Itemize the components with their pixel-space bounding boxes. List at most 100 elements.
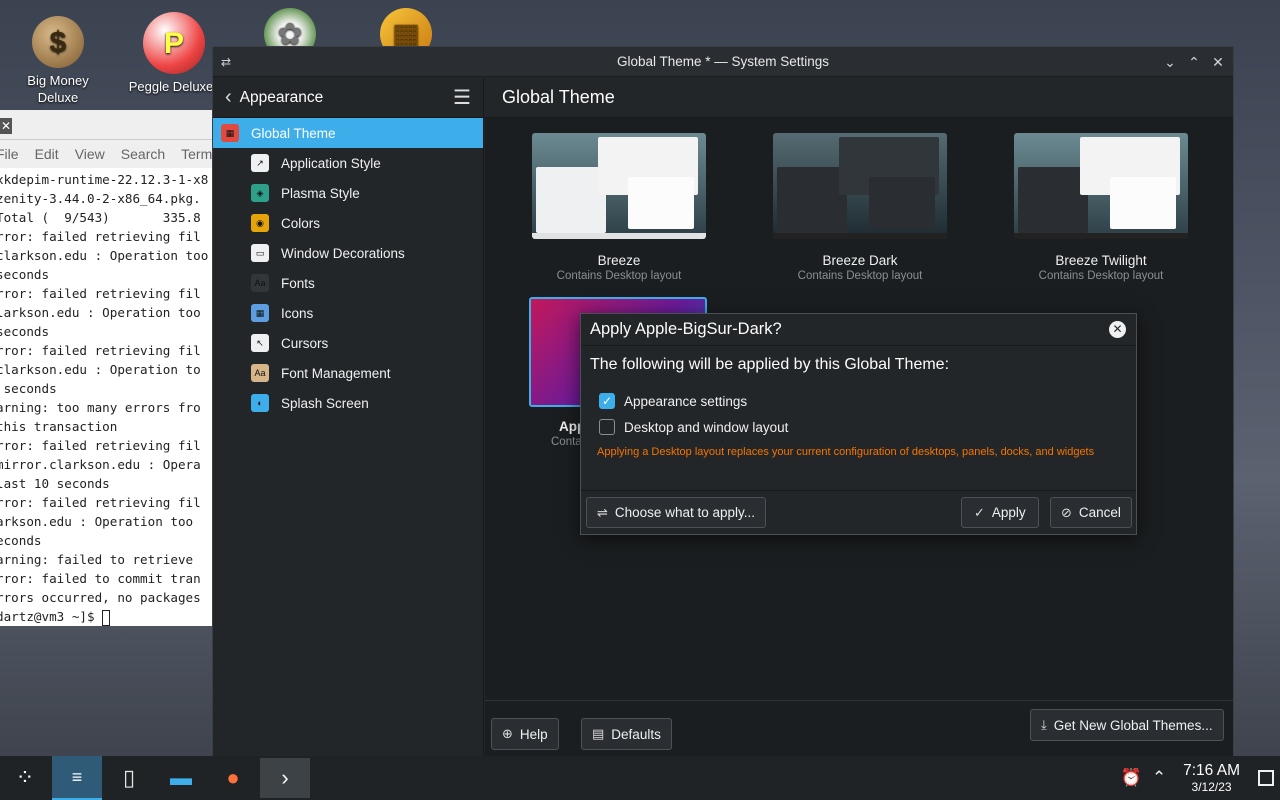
menu-edit[interactable]: Edit <box>35 146 59 162</box>
help-button[interactable]: ⊕ Help <box>491 718 559 750</box>
back-arrow-icon[interactable]: ‹ <box>225 86 232 109</box>
theme-breeze[interactable]: Breeze Contains Desktop layout <box>531 133 707 282</box>
close-icon[interactable]: ✕ <box>1109 321 1126 338</box>
terminal-line: mirror.clarkson.edu : Opera <box>0 457 201 472</box>
theme-breeze-twilight[interactable]: Breeze Twilight Contains Desktop layout <box>1013 133 1189 282</box>
window-decorations-icon: ▭ <box>251 244 269 262</box>
terminal-line: rror: failed retrieving fil <box>0 495 201 510</box>
terminal-window[interactable]: ✕ File Edit View Search Terminal xkdepim… <box>0 110 214 626</box>
settings-app-icon[interactable]: ⇄ <box>221 55 231 69</box>
sidebar-item-plasma-style[interactable]: ◈ Plasma Style <box>213 178 483 208</box>
terminal-line: zenity-3.44.0-2-x86_64.pkg. <box>0 191 201 206</box>
button-label: Help <box>519 726 548 742</box>
desktop-icon-peggle[interactable]: P Peggle Deluxe <box>128 6 220 95</box>
sidebar-item-fonts[interactable]: Aa Fonts <box>213 268 483 298</box>
sidebar-item-global-theme[interactable]: ▦ Global Theme <box>213 118 483 148</box>
option-desktop-layout[interactable]: Desktop and window layout <box>599 414 1127 440</box>
option-appearance-settings[interactable]: ✓ Appearance settings <box>599 388 1127 414</box>
page-title: Global Theme <box>485 78 1233 118</box>
notification-bell-icon[interactable]: ⏰ <box>1117 768 1145 788</box>
show-desktop-icon[interactable] <box>1252 756 1280 800</box>
sidebar-item-label: Fonts <box>281 275 315 291</box>
chevron-up-icon[interactable]: ⌃ <box>1145 768 1173 788</box>
theme-name: Breeze Dark <box>822 253 898 268</box>
desktop-icon-label: Peggle Deluxe <box>128 79 214 94</box>
sidebar-item-splash-screen[interactable]: ◐ Splash Screen <box>213 388 483 418</box>
sidebar-item-cursors[interactable]: ↖ Cursors <box>213 328 483 358</box>
hamburger-menu-icon[interactable]: ☰ <box>453 85 471 110</box>
icons-icon: ▦ <box>251 304 269 322</box>
checkbox-checked-icon[interactable]: ✓ <box>599 393 615 409</box>
colors-icon: ◉ <box>251 214 269 232</box>
cursors-icon: ↖ <box>251 334 269 352</box>
cancel-button[interactable]: ⊘ Cancel <box>1050 497 1132 528</box>
application-style-icon: ↗ <box>251 154 269 172</box>
sidebar-item-colors[interactable]: ◉ Colors <box>213 208 483 238</box>
task-terminal-icon[interactable]: › <box>260 758 310 798</box>
terminal-line: rror: failed retrieving fil <box>0 286 201 301</box>
close-icon[interactable]: ✕ <box>0 118 12 134</box>
close-icon[interactable]: ✕ <box>1211 51 1225 73</box>
sidebar-item-font-management[interactable]: Aa Font Management <box>213 358 483 388</box>
sidebar-item-label: Splash Screen <box>281 395 369 411</box>
terminal-menubar: File Edit View Search Terminal <box>0 140 214 168</box>
sidebar: ‹ Appearance ☰ ▦ Global Theme ↗ Application… <box>213 78 484 757</box>
menu-view[interactable]: View <box>75 146 105 162</box>
checkmark-icon: ✓ <box>974 504 985 520</box>
divider <box>485 700 1233 701</box>
desktop-icon-big-money[interactable]: $ Big Money Deluxe <box>12 10 104 106</box>
system-tray: ⏰ ⌃ 7:16 AM 3/12/23 <box>1117 756 1280 800</box>
option-label: Desktop and window layout <box>624 419 789 435</box>
button-label: Apply <box>991 505 1026 520</box>
sidebar-item-application-style[interactable]: ↗ Application Style <box>213 148 483 178</box>
sidebar-item-label: Application Style <box>281 155 381 171</box>
theme-breeze-dark[interactable]: Breeze Dark Contains Desktop layout <box>772 133 948 282</box>
terminal-line: last 10 seconds <box>0 476 110 491</box>
terminal-line: larkson.edu : Operation too <box>0 305 201 320</box>
get-new-themes-button[interactable]: ⤓ Get New Global Themes... <box>1030 709 1224 741</box>
terminal-titlebar[interactable]: ✕ <box>0 110 214 140</box>
menu-file[interactable]: File <box>0 146 19 162</box>
terminal-line: rrors occurred, no packages <box>0 590 201 605</box>
terminal-output[interactable]: xkdepim-runtime-22.12.3-1-x8 zenity-3.44.… <box>0 168 214 626</box>
sidebar-item-label: Font Management <box>281 365 391 381</box>
button-label: Defaults <box>611 726 661 742</box>
window-titlebar[interactable]: ⇄ Global Theme * — System Settings ⌄ ⌃ ✕ <box>213 47 1233 77</box>
app-launcher-icon[interactable]: ⁘ <box>0 756 50 800</box>
taskbar: ⁘ ≡ ▯ ▬ ● › ⏰ ⌃ 7:16 AM 3/12/23 <box>0 756 1280 800</box>
font-management-icon: Aa <box>251 364 269 382</box>
button-label: Choose what to apply... <box>614 505 755 520</box>
checkbox-unchecked-icon[interactable] <box>599 419 615 435</box>
choose-what-to-apply-button[interactable]: ⇌ Choose what to apply... <box>586 497 766 528</box>
layout-warning-text: Applying a Desktop layout replaces your … <box>597 446 1095 458</box>
defaults-button[interactable]: ▤ Defaults <box>581 718 672 750</box>
task-file-manager-icon[interactable]: ▬ <box>156 756 206 800</box>
maximize-icon[interactable]: ⌃ <box>1187 51 1201 73</box>
task-text-editor-icon[interactable]: ▯ <box>104 756 154 800</box>
theme-preview <box>1014 133 1188 239</box>
apply-theme-dialog: Apply Apple-BigSur-Dark? ✕ The following… <box>580 313 1137 535</box>
minimize-icon[interactable]: ⌄ <box>1163 51 1177 73</box>
sidebar-item-window-decorations[interactable]: ▭ Window Decorations <box>213 238 483 268</box>
button-label: Get New Global Themes... <box>1053 717 1213 733</box>
theme-name: Breeze <box>597 253 641 268</box>
sidebar-title: Appearance <box>239 88 324 106</box>
menu-search[interactable]: Search <box>121 146 165 162</box>
terminal-line: this transaction <box>0 419 118 434</box>
sidebar-item-label: Window Decorations <box>281 245 405 261</box>
task-firefox-icon[interactable]: ● <box>208 756 258 800</box>
task-system-settings-icon[interactable]: ≡ <box>52 756 102 800</box>
theme-subtitle: Contains Desktop layout <box>1038 270 1164 282</box>
digital-clock[interactable]: 7:16 AM 3/12/23 <box>1183 762 1240 794</box>
theme-name: Breeze Twilight <box>1055 253 1147 268</box>
apply-button[interactable]: ✓ Apply <box>961 497 1039 528</box>
download-icon: ⤓ <box>1041 717 1047 732</box>
theme-preview <box>532 133 706 239</box>
terminal-line: xkdepim-runtime-22.12.3-1-x8 <box>0 172 209 187</box>
sidebar-item-icons[interactable]: ▦ Icons <box>213 298 483 328</box>
sidebar-nav: ▦ Global Theme ↗ Application Style ◈ Plasma S… <box>213 118 483 418</box>
splash-screen-icon: ◐ <box>251 394 269 412</box>
menu-terminal[interactable]: Terminal <box>181 146 214 162</box>
terminal-line: dartz@vm3 ~]$ <box>0 607 214 626</box>
desktop-icon-label: Big Money Deluxe <box>27 73 89 105</box>
